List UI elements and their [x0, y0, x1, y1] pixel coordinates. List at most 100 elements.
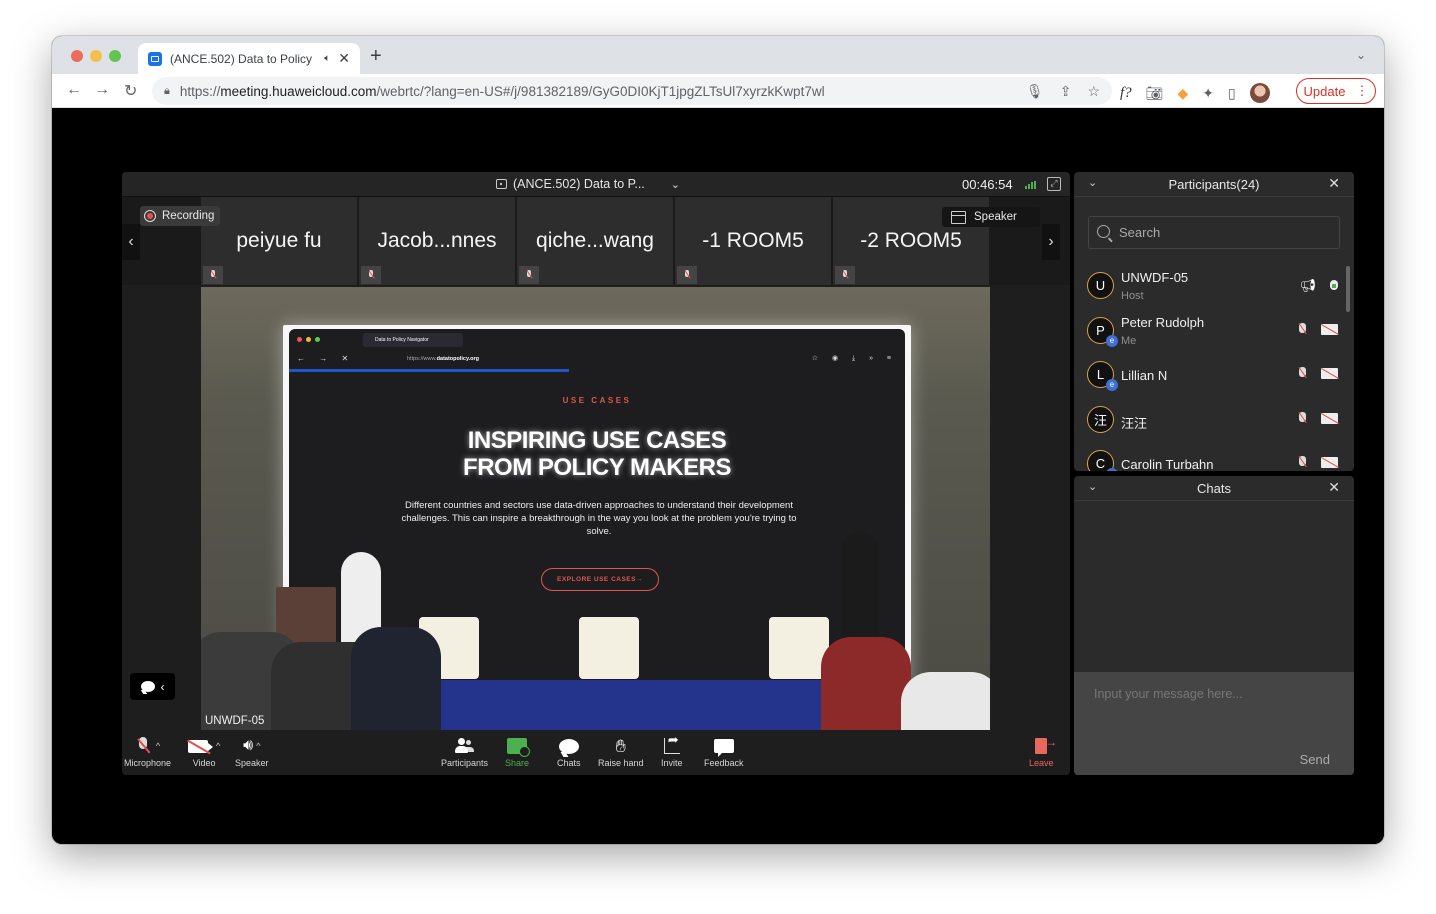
projected-traffic-lights	[297, 337, 320, 342]
audience-member	[821, 637, 911, 730]
speaker-button[interactable]: 🔊︎ ^ Speaker	[235, 736, 269, 768]
video-button[interactable]: ^ Video	[188, 736, 220, 768]
chat-message-input[interactable]: Input your message here... Send	[1074, 672, 1354, 775]
chevron-down-icon[interactable]: ⌄	[671, 178, 680, 191]
participant-row[interactable]: 汪 汪汪	[1074, 398, 1344, 443]
main-video[interactable]: Data to Policy Navigator ← → ✕ https://w…	[201, 287, 990, 730]
more-menu-icon[interactable]: ⋮	[1355, 83, 1368, 99]
projected-tab: Data to Policy Navigator	[363, 333, 463, 347]
new-tab-button[interactable]: +	[370, 46, 382, 66]
side-panel-icon[interactable]: ▯	[1228, 85, 1236, 102]
chat-input-placeholder: Input your message here...	[1094, 687, 1243, 701]
share-screen-icon	[507, 738, 531, 757]
filmstrip-tile[interactable]: -1 ROOM5	[675, 197, 831, 285]
filmstrip-prev-button[interactable]: ‹	[122, 224, 140, 260]
mic-muted-icon	[835, 266, 855, 284]
puzzle-extensions-icon[interactable]: ✦	[1202, 85, 1214, 102]
close-window-button[interactable]	[71, 50, 83, 62]
tile-name: qiche...wang	[536, 229, 654, 252]
chevron-up-icon[interactable]: ^	[256, 741, 260, 751]
microphone-button[interactable]: ^ Microphone	[124, 736, 171, 768]
participant-name: UNWDF-05	[1121, 270, 1189, 285]
mic-muted-icon[interactable]	[1297, 367, 1307, 380]
speaker-icon[interactable]: 🔈︎	[324, 53, 330, 64]
recording-label: Recording	[162, 210, 215, 222]
participant-search-input[interactable]: Search	[1088, 216, 1340, 249]
chevron-up-icon[interactable]: ^	[216, 741, 220, 751]
tile-name: peiyue fu	[236, 229, 322, 252]
reload-icon[interactable]: ↻	[124, 81, 137, 101]
close-tab-button[interactable]: ✕	[338, 50, 350, 67]
fullscreen-icon[interactable]: ⤢	[1047, 177, 1061, 191]
video-off-icon[interactable]	[1321, 412, 1338, 424]
maximize-window-button[interactable]	[109, 50, 121, 62]
video-off-icon[interactable]	[1321, 368, 1338, 379]
share-icon[interactable]: ⇪	[1060, 83, 1072, 100]
leave-button[interactable]: Leave	[1029, 735, 1057, 768]
meeting-timer: 00:46:54	[962, 177, 1013, 192]
back-arrow-icon[interactable]: ←	[66, 81, 82, 99]
video-off-icon[interactable]	[1321, 457, 1338, 468]
mic-muted-icon	[677, 266, 697, 284]
browser-tab[interactable]: (ANCE.502) Data to Policy 🔈︎ ✕	[138, 43, 360, 74]
bookmark-star-icon[interactable]: ☆	[1087, 83, 1100, 100]
participant-list-scrollbar[interactable]	[1346, 266, 1350, 312]
participant-name: Peter Rudolph	[1121, 314, 1205, 330]
filmstrip-tile[interactable]: qiche...wang	[517, 197, 673, 285]
filmstrip-tile[interactable]: peiyue fu	[201, 197, 357, 285]
chats-title: Chats	[1197, 480, 1231, 496]
update-button[interactable]: Update ⋮	[1296, 78, 1376, 104]
meeting-title-text: (ANCE.502) Data to P...	[513, 177, 645, 191]
participants-title: Participants(24)	[1168, 176, 1260, 192]
participant-row[interactable]: Le Lillian N	[1074, 353, 1344, 398]
leave-door-icon	[1035, 735, 1057, 754]
filmstrip-tile[interactable]: Jacob...nnes	[359, 197, 515, 285]
forward-arrow-icon[interactable]: →	[94, 81, 110, 99]
web-client-badge-icon: e	[1106, 379, 1118, 391]
chevron-up-icon[interactable]: ^	[156, 741, 160, 751]
filmstrip: ‹ Recording peiyue fu Jacob...nnes qiche…	[122, 197, 1070, 285]
profile-avatar[interactable]	[1249, 83, 1270, 103]
share-button[interactable]: Share	[505, 736, 531, 768]
speaker-icon: 🔊︎	[243, 737, 254, 754]
chat-messages	[1074, 502, 1354, 672]
close-icon[interactable]: ✕	[1328, 479, 1340, 496]
participant-row[interactable]: U UNWDF-05 Host 📢︎	[1074, 264, 1344, 309]
microphone-icon[interactable]: 🎙︎	[1026, 83, 1044, 100]
participant-row[interactable]: Pe Peter Rudolph Me	[1074, 309, 1344, 354]
participants-panel: ⌄ Participants(24) ✕ Search U UNWDF-05 H…	[1074, 172, 1354, 471]
close-icon[interactable]: ✕	[1328, 175, 1340, 192]
camera-extension-icon[interactable]: 📷︎	[1146, 85, 1164, 102]
raise-hand-button[interactable]: ✋︎ Raise hand	[598, 736, 644, 768]
participant-row[interactable]: Ce Carolin Turbahn	[1074, 442, 1344, 471]
mic-muted-icon[interactable]	[1297, 322, 1307, 336]
projected-nav-icons: ← → ✕	[297, 354, 355, 363]
mic-on-icon[interactable]	[1330, 279, 1338, 293]
collapse-chevron-icon[interactable]: ⌄	[1088, 176, 1097, 189]
video-off-icon[interactable]	[1321, 323, 1338, 335]
participants-button[interactable]: Participants	[441, 736, 488, 768]
floating-chat-toggle[interactable]: ‹	[130, 673, 175, 700]
participant-name: 汪汪	[1121, 415, 1148, 431]
active-speaker-label: UNWDF-05	[201, 712, 269, 730]
calendar-icon	[496, 179, 507, 189]
participant-role: Me	[1121, 334, 1137, 347]
filmstrip-next-button[interactable]: ›	[1042, 224, 1060, 260]
participants-header: ⌄ Participants(24) ✕	[1074, 172, 1354, 197]
invite-button[interactable]: Invite	[661, 732, 683, 768]
tab-search-chevron-icon[interactable]: ⌄	[1356, 48, 1366, 62]
font-finder-extension-icon[interactable]: f?	[1120, 85, 1132, 102]
collapse-chevron-icon[interactable]: ⌄	[1088, 480, 1097, 493]
browser-toolbar: ← → ↻ 🔒︎ https://meeting.huaweicloud.com…	[52, 74, 1384, 108]
colorful-extension-icon[interactable]: ◆	[1177, 85, 1188, 102]
mic-muted-icon[interactable]	[1297, 456, 1307, 469]
stage-chair	[579, 617, 639, 679]
send-button[interactable]: Send	[1300, 752, 1330, 767]
chats-button[interactable]: Chats	[557, 736, 581, 768]
minimize-window-button[interactable]	[90, 50, 102, 62]
speaker-view-button[interactable]: Speaker	[942, 207, 1040, 227]
mic-muted-icon[interactable]	[1297, 411, 1307, 425]
address-bar[interactable]: 🔒︎ https://meeting.huaweicloud.com/webrt…	[152, 77, 1112, 105]
meeting-title[interactable]: (ANCE.502) Data to P... ⌄	[496, 177, 680, 191]
feedback-button[interactable]: Feedback	[704, 736, 744, 768]
